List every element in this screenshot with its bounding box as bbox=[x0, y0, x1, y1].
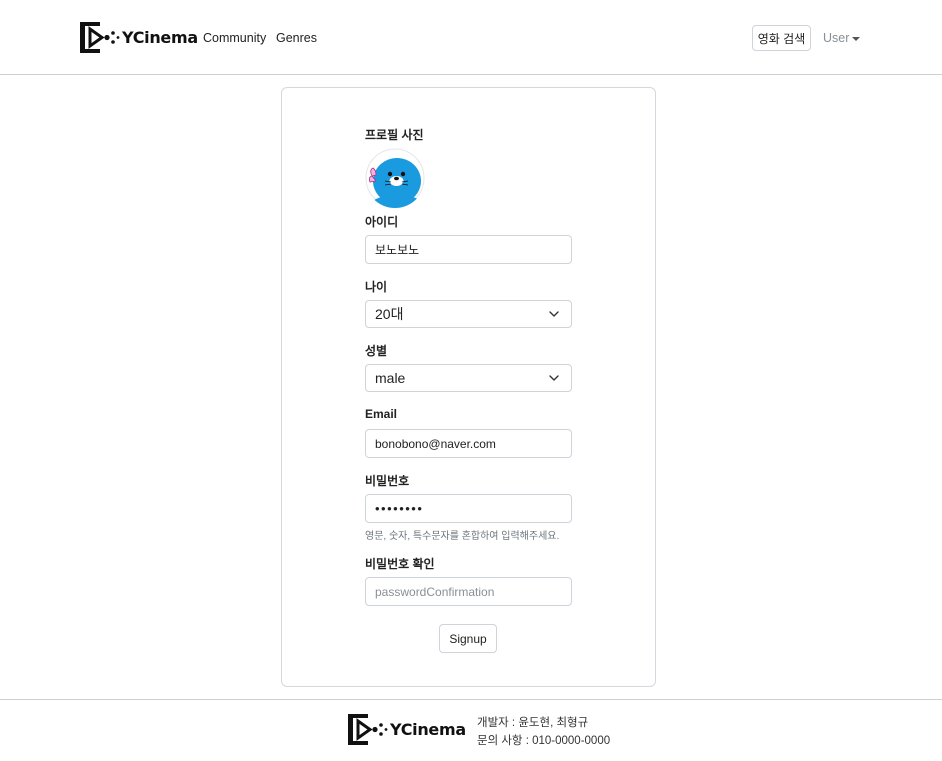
id-label: 아이디 bbox=[365, 215, 399, 229]
chevron-down-icon bbox=[549, 311, 559, 317]
brand-text: YCinema bbox=[122, 28, 198, 47]
email-input-value: bonobono@naver.com bbox=[375, 436, 496, 451]
password-label: 비밀번호 bbox=[365, 474, 410, 488]
ycinema-logo-icon bbox=[80, 22, 120, 53]
password-confirm-placeholder: passwordConfirmation bbox=[375, 584, 495, 599]
age-select[interactable]: 20대 bbox=[365, 300, 572, 328]
user-dropdown[interactable]: User bbox=[823, 31, 861, 45]
password-input[interactable]: •••••••• bbox=[365, 494, 572, 523]
ycinema-logo-icon bbox=[348, 714, 388, 745]
nav-community[interactable]: Community bbox=[203, 31, 266, 45]
profile-avatar[interactable] bbox=[365, 148, 425, 208]
user-dropdown-label: User bbox=[823, 31, 850, 45]
navbar: YCinema Community Genres 영화 검색 User bbox=[0, 0, 942, 75]
signup-button[interactable]: Signup bbox=[439, 624, 497, 653]
caret-down-icon bbox=[852, 36, 861, 41]
password-help-text: 영문, 숫자, 특수문자를 혼합하여 입력해주세요. bbox=[365, 531, 560, 542]
nav-genres[interactable]: Genres bbox=[276, 31, 317, 45]
footer-brand: YCinema bbox=[348, 713, 466, 746]
password-confirm-input[interactable]: passwordConfirmation bbox=[365, 577, 572, 606]
id-input[interactable]: 보노보노 bbox=[365, 235, 572, 264]
gender-select-value: male bbox=[375, 370, 406, 386]
age-select-value: 20대 bbox=[375, 306, 404, 322]
age-label: 나이 bbox=[365, 280, 388, 294]
password-input-value: •••••••• bbox=[375, 501, 424, 516]
password-confirm-label: 비밀번호 확인 bbox=[365, 557, 435, 571]
movie-search-button[interactable]: 영화 검색 bbox=[752, 25, 811, 51]
chevron-down-icon bbox=[549, 375, 559, 381]
gender-label: 성별 bbox=[365, 344, 388, 358]
footer-divider bbox=[0, 699, 942, 700]
id-input-value: 보노보노 bbox=[375, 243, 420, 257]
profile-photo-label: 프로필 사진 bbox=[365, 128, 424, 142]
email-label: Email bbox=[365, 407, 398, 421]
brand-link[interactable]: YCinema bbox=[80, 21, 198, 54]
footer-contact: 문의 사항 : 010-0000-0000 bbox=[477, 735, 611, 747]
email-input[interactable]: bonobono@naver.com bbox=[365, 429, 572, 458]
footer-developers: 개발자 : 윤도현, 최형규 bbox=[477, 717, 589, 729]
footer-brand-text: YCinema bbox=[390, 720, 466, 739]
gender-select[interactable]: male bbox=[365, 364, 572, 392]
seal-avatar-icon bbox=[365, 148, 425, 208]
